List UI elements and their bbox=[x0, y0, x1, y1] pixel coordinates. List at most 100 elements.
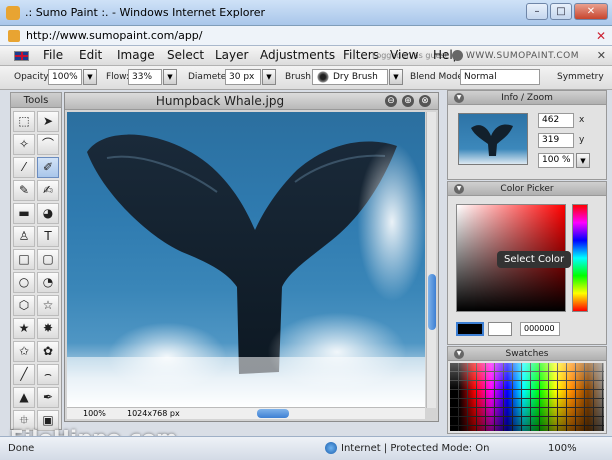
flow-label: Flow: bbox=[106, 72, 130, 82]
rounded-rect-tool-icon[interactable]: ▢ bbox=[37, 249, 59, 270]
foreground-color-swatch[interactable] bbox=[456, 322, 484, 336]
doc-maximize-icon[interactable]: ⊕ bbox=[402, 95, 414, 107]
symmetry-label[interactable]: Symmetry bbox=[557, 72, 604, 82]
zoom-field[interactable]: 100 % bbox=[538, 153, 574, 168]
brush-dropdown-icon[interactable]: ▼ bbox=[389, 69, 403, 85]
select-color-tooltip: Select Color bbox=[497, 251, 572, 268]
document-title-bar[interactable]: Humpback Whale.jpg ⊖ ⊕ ⊗ bbox=[65, 93, 438, 110]
swatches-panel: ▼ Swatches bbox=[447, 346, 607, 434]
info-zoom-panel: ▼ Info / Zoom 462 x 319 y 100 % ▼ bbox=[447, 90, 607, 180]
pencil-tool-icon[interactable]: ✎ bbox=[13, 180, 35, 201]
water-splash bbox=[107, 322, 227, 392]
fill-tool-icon[interactable]: ◕ bbox=[37, 203, 59, 224]
doc-close-icon[interactable]: ⊗ bbox=[419, 95, 431, 107]
address-favicon-icon bbox=[8, 30, 20, 42]
hexagon-tool-icon[interactable]: ⬡ bbox=[13, 295, 35, 316]
custom-shape-tool-icon[interactable]: ◔ bbox=[37, 272, 59, 293]
collapse-icon[interactable]: ▼ bbox=[454, 93, 464, 103]
menu-image[interactable]: Image bbox=[117, 48, 155, 62]
app-close-icon[interactable]: ✕ bbox=[597, 49, 606, 62]
lasso-tool-icon[interactable]: ⌒ bbox=[37, 134, 59, 155]
menu-layer[interactable]: Layer bbox=[215, 48, 248, 62]
flow-dropdown-icon[interactable]: ▼ bbox=[163, 69, 177, 85]
menu-select[interactable]: Select bbox=[167, 48, 204, 62]
blend-mode-label: Blend Mode: bbox=[410, 72, 467, 82]
hex-color-input[interactable]: 000000 bbox=[520, 322, 560, 336]
app-menu-bar: File Edit Image Select Layer Adjustments… bbox=[0, 46, 612, 66]
address-bar[interactable]: http://www.sumopaint.com/app/ ✕ bbox=[0, 26, 612, 46]
drop-tool-icon[interactable]: ▲ bbox=[13, 387, 35, 408]
water-spray bbox=[357, 142, 425, 302]
flow-input[interactable]: 33% bbox=[128, 69, 162, 85]
vertical-scrollbar[interactable] bbox=[426, 112, 436, 408]
swatches-panel-title: Swatches bbox=[505, 349, 549, 359]
stop-icon[interactable]: ✕ bbox=[596, 29, 606, 43]
zoom-dropdown-icon[interactable]: ▼ bbox=[576, 153, 590, 168]
line-tool-icon[interactable]: ╱ bbox=[13, 364, 35, 385]
color-panel-title: Color Picker bbox=[500, 184, 554, 194]
opacity-input[interactable]: 100% bbox=[48, 69, 82, 85]
image-canvas[interactable] bbox=[67, 112, 425, 408]
info-panel-header[interactable]: ▼ Info / Zoom bbox=[448, 91, 606, 105]
eyedropper-tool-icon[interactable]: ⁄ bbox=[13, 157, 35, 178]
curve-tool-icon[interactable]: ⌢ bbox=[37, 364, 59, 385]
magic-wand-tool-icon[interactable]: ✧ bbox=[13, 134, 35, 155]
thumbnail-whale-icon bbox=[471, 124, 513, 156]
window-buttons: – □ ✕ bbox=[526, 3, 608, 20]
swatch-grid-shading bbox=[450, 363, 604, 431]
document-window: Humpback Whale.jpg ⊖ ⊕ ⊗ 100% 1024x768 p… bbox=[64, 92, 439, 422]
address-url[interactable]: http://www.sumopaint.com/app/ bbox=[26, 29, 203, 42]
collapse-icon[interactable]: ▼ bbox=[454, 184, 464, 194]
smudge-tool-icon[interactable]: ✍ bbox=[37, 180, 59, 201]
rectangle-tool-icon[interactable]: □ bbox=[13, 249, 35, 270]
swatches-panel-header[interactable]: ▼ Swatches bbox=[448, 347, 606, 361]
browser-zoom-level[interactable]: 100% bbox=[548, 443, 577, 454]
tools-title: Tools bbox=[11, 93, 61, 108]
menu-view[interactable]: View bbox=[390, 48, 418, 62]
flower-tool-icon[interactable]: ✿ bbox=[37, 341, 59, 362]
opacity-dropdown-icon[interactable]: ▼ bbox=[83, 69, 97, 85]
diameter-dropdown-icon[interactable]: ▼ bbox=[262, 69, 276, 85]
internet-zone-icon bbox=[325, 442, 337, 454]
menu-file[interactable]: File bbox=[43, 48, 63, 62]
background-color-swatch[interactable] bbox=[488, 322, 512, 336]
star-tool-icon[interactable]: ☆ bbox=[37, 295, 59, 316]
navigator-thumbnail[interactable] bbox=[458, 113, 528, 165]
maximize-button[interactable]: □ bbox=[550, 3, 572, 20]
sumo-logo-icon bbox=[452, 50, 463, 61]
security-zone-text[interactable]: Internet | Protected Mode: On bbox=[341, 443, 489, 454]
horizontal-scroll-thumb[interactable] bbox=[257, 409, 289, 418]
y-label: y bbox=[579, 135, 585, 145]
opacity-label: Opacity: bbox=[14, 72, 51, 82]
move-tool-icon[interactable]: ➤ bbox=[37, 111, 59, 132]
eraser-tool-icon[interactable]: ▬ bbox=[13, 203, 35, 224]
x-coordinate-field[interactable]: 462 bbox=[538, 113, 574, 128]
burst-tool-icon[interactable]: ✸ bbox=[37, 318, 59, 339]
brush-label: Brush: bbox=[285, 72, 315, 82]
menu-adjustments[interactable]: Adjustments bbox=[260, 48, 335, 62]
uk-flag-icon[interactable] bbox=[14, 51, 29, 61]
brush-tool-icon[interactable]: ✐ bbox=[37, 157, 59, 178]
saturation-value-picker[interactable]: Select Color bbox=[456, 204, 572, 312]
close-window-button[interactable]: ✕ bbox=[574, 3, 608, 20]
minimize-button[interactable]: – bbox=[526, 3, 548, 20]
collapse-icon[interactable]: ▼ bbox=[454, 349, 464, 359]
color-panel-header[interactable]: ▼ Color Picker bbox=[448, 182, 606, 196]
status-text: Done bbox=[8, 443, 35, 454]
y-coordinate-field[interactable]: 319 bbox=[538, 133, 574, 148]
ellipse-tool-icon[interactable]: ○ bbox=[13, 272, 35, 293]
diameter-input[interactable]: 30 px bbox=[225, 69, 261, 85]
pen-tool-icon[interactable]: ✒ bbox=[37, 387, 59, 408]
doc-minimize-icon[interactable]: ⊖ bbox=[385, 95, 397, 107]
marquee-tool-icon[interactable]: ⬚ bbox=[13, 111, 35, 132]
hue-slider[interactable] bbox=[572, 204, 588, 312]
browser-title: .: Sumo Paint :. - Windows Internet Expl… bbox=[25, 6, 266, 19]
star-outline-tool-icon[interactable]: ✩ bbox=[13, 341, 35, 362]
blend-mode-select[interactable]: Normal bbox=[460, 69, 540, 85]
star-filled-tool-icon[interactable]: ★ bbox=[13, 318, 35, 339]
text-tool-icon[interactable]: T bbox=[37, 226, 59, 247]
clone-stamp-tool-icon[interactable]: ♙ bbox=[13, 226, 35, 247]
page-favicon-icon bbox=[6, 6, 20, 20]
menu-edit[interactable]: Edit bbox=[79, 48, 102, 62]
vertical-scroll-thumb[interactable] bbox=[428, 274, 436, 330]
